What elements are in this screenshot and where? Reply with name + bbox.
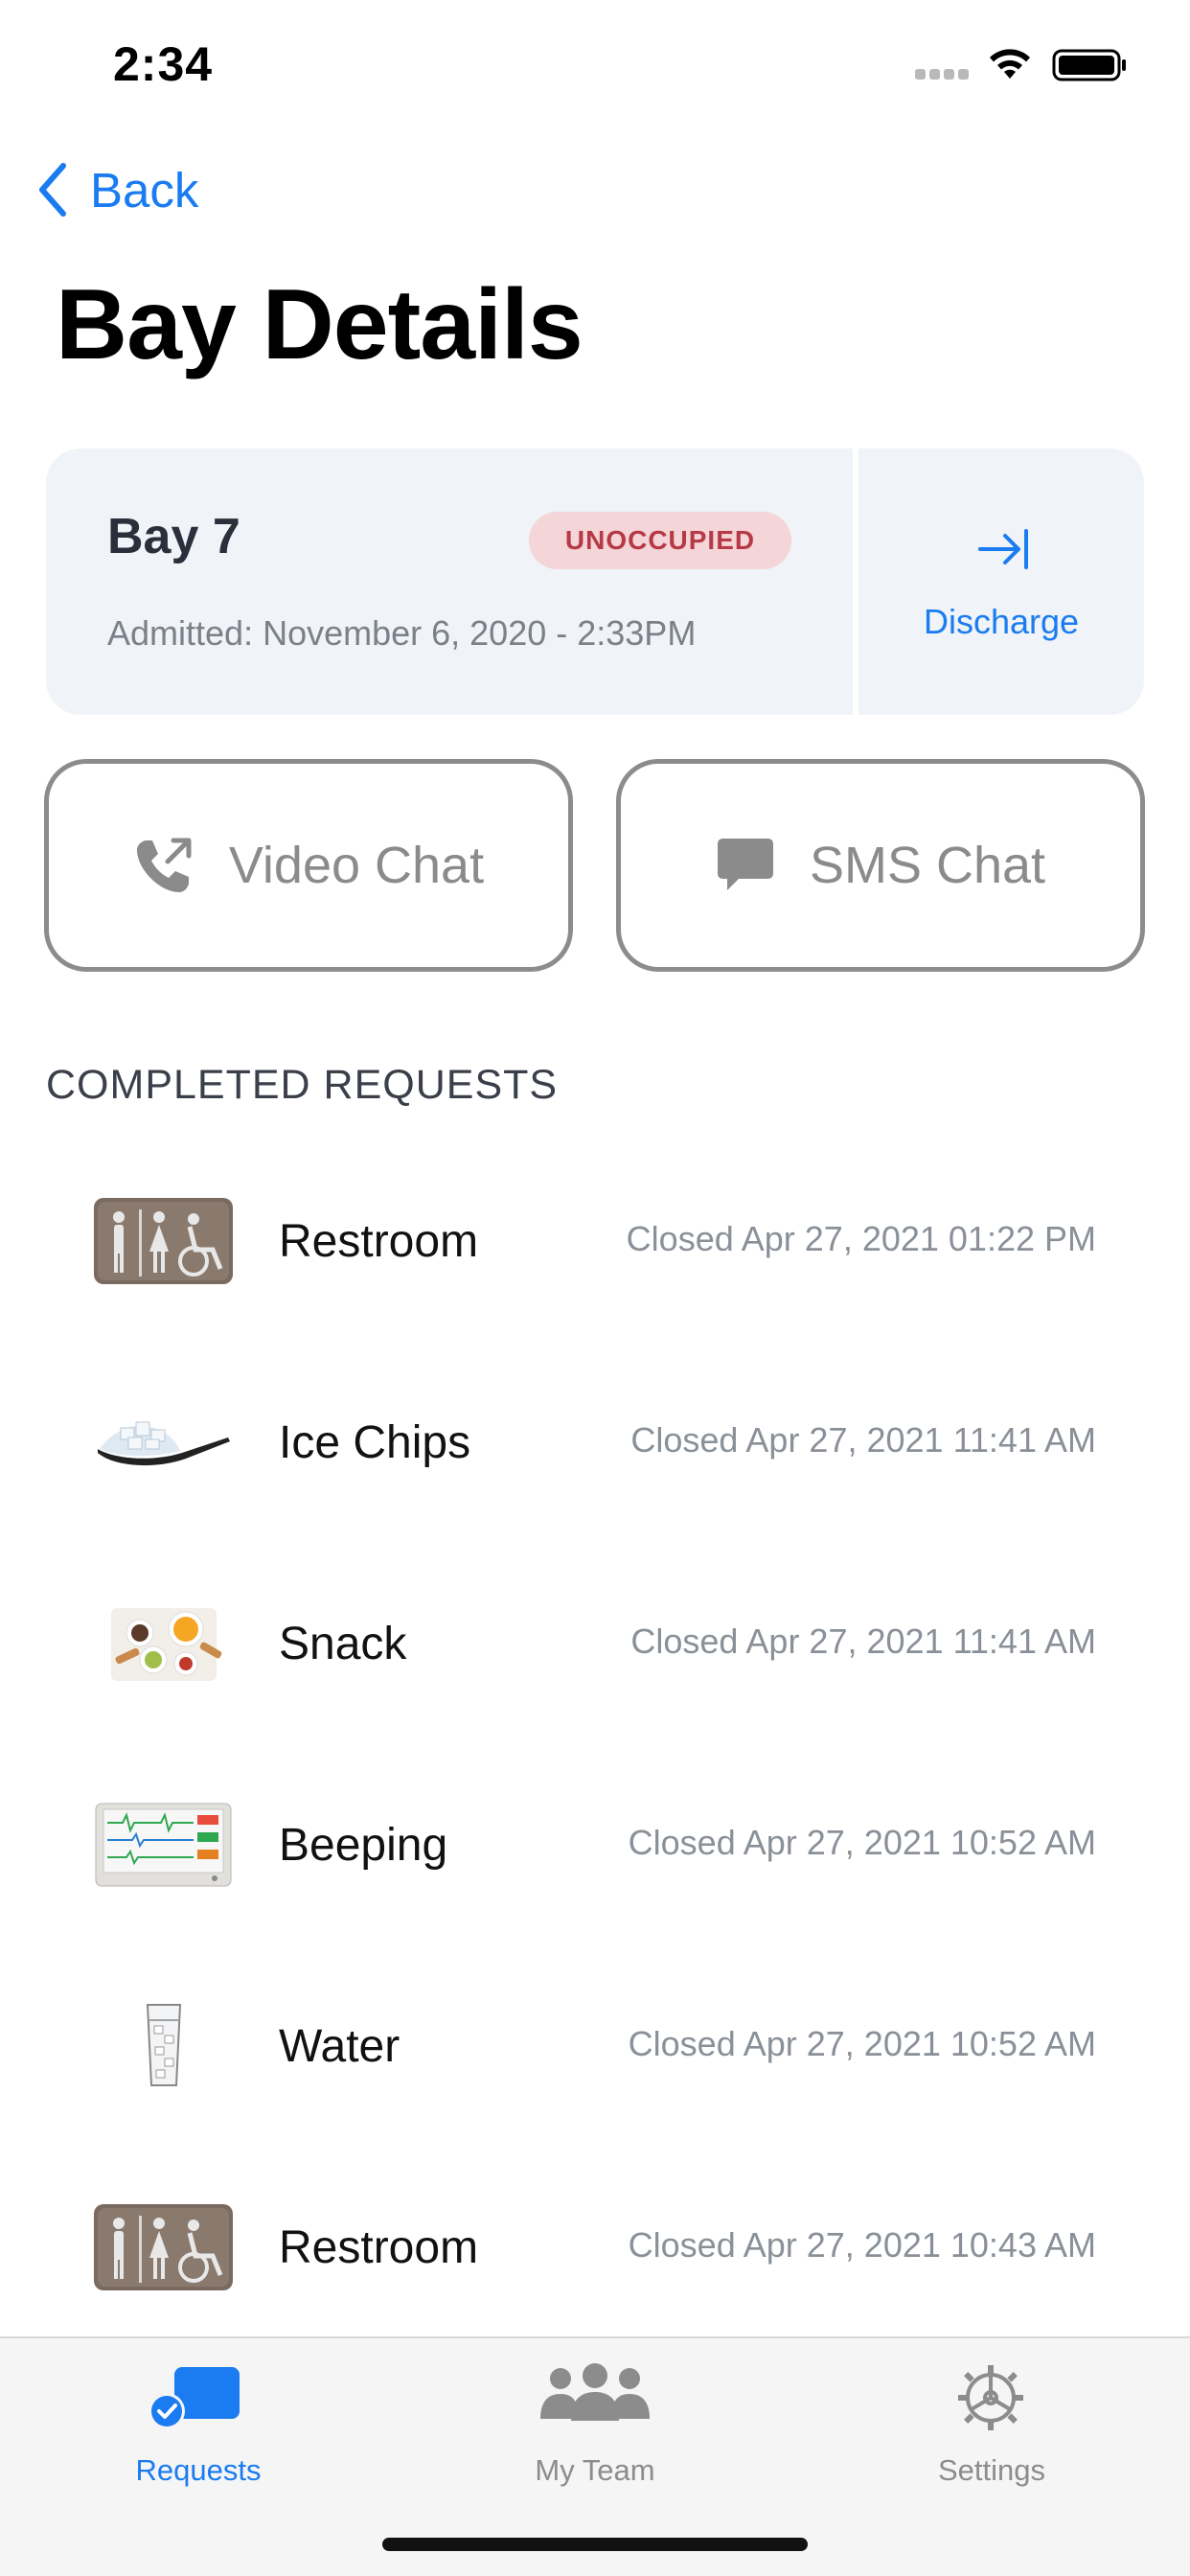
wifi-icon: [990, 49, 1030, 79]
requests-icon: [149, 2367, 240, 2429]
request-name: Snack: [279, 1619, 407, 1669]
discharge-button[interactable]: Discharge: [858, 448, 1144, 715]
request-name: Restroom: [279, 1216, 479, 1267]
video-chat-button[interactable]: Video Chat: [44, 759, 573, 972]
request-closed-time: Closed Apr 27, 2021 10:52 AM: [628, 2024, 1096, 2063]
home-indicator[interactable]: [382, 2538, 808, 2551]
message-bubble-icon: [717, 839, 773, 890]
request-name: Beeping: [279, 1820, 448, 1871]
tab-requests-label: Requests: [135, 2453, 262, 2487]
bay-card: Bay 7 UNOCCUPIED Admitted: November 6, 2…: [46, 448, 1144, 715]
tab-requests[interactable]: Requests: [0, 2338, 397, 2511]
snack-icon: [111, 1608, 222, 1681]
back-label: Back: [90, 162, 199, 218]
gear-icon: [958, 2365, 1023, 2430]
tab-settings[interactable]: Settings: [793, 2338, 1190, 2511]
request-name: Ice Chips: [279, 1417, 471, 1468]
completed-requests-header: COMPLETED REQUESTS: [46, 1062, 559, 1108]
list-item[interactable]: Restroom Closed Apr 27, 2021 01:22 PM: [0, 1179, 1190, 1303]
list-item[interactable]: Water Closed Apr 27, 2021 10:52 AM: [0, 1984, 1190, 2108]
status-badge: UNOCCUPIED: [529, 512, 791, 569]
discharge-arrow-icon: [978, 529, 1028, 569]
sms-chat-button[interactable]: SMS Chat: [616, 759, 1145, 972]
list-item[interactable]: Restroom Closed Apr 27, 2021 10:43 AM: [0, 2185, 1190, 2310]
bay-info: Bay 7 UNOCCUPIED Admitted: November 6, 2…: [46, 448, 853, 715]
status-bar: 2:34: [0, 0, 1190, 129]
tab-settings-label: Settings: [937, 2453, 1045, 2487]
back-button[interactable]: Back: [34, 156, 198, 223]
discharge-label: Discharge: [923, 602, 1080, 641]
request-closed-time: Closed Apr 27, 2021 10:43 AM: [628, 2225, 1096, 2265]
list-item[interactable]: Beeping Closed Apr 27, 2021 10:52 AM: [0, 1782, 1190, 1907]
chevron-left-icon: [39, 163, 66, 217]
page-title: Bay Details: [56, 269, 584, 380]
water-glass-icon: [146, 2004, 182, 2086]
bay-name: Bay 7: [107, 509, 240, 564]
request-name: Restroom: [279, 2222, 479, 2273]
request-name: Water: [279, 2021, 400, 2072]
list-item[interactable]: Snack Closed Apr 27, 2021 11:41 AM: [0, 1581, 1190, 1706]
phone-outgoing-icon: [136, 838, 192, 892]
ice-chips-icon: [98, 1421, 230, 1466]
request-closed-time: Closed Apr 27, 2021 10:52 AM: [628, 1823, 1096, 1862]
cellular-signal-icon: [915, 69, 973, 80]
video-chat-label: Video Chat: [228, 837, 485, 894]
battery-icon: [1052, 49, 1126, 81]
request-closed-time: Closed Apr 27, 2021 11:41 AM: [630, 1622, 1096, 1661]
request-closed-time: Closed Apr 27, 2021 11:41 AM: [630, 1420, 1096, 1460]
monitor-icon: [95, 1803, 232, 1887]
admitted-date: Admitted: November 6, 2020 - 2:33PM: [107, 613, 697, 653]
list-item[interactable]: Ice Chips Closed Apr 27, 2021 11:41 AM: [0, 1380, 1190, 1505]
sms-chat-label: SMS Chat: [809, 837, 1046, 894]
restroom-icon: [94, 1198, 233, 1284]
tab-my-team-label: My Team: [535, 2453, 655, 2487]
tab-my-team[interactable]: My Team: [397, 2338, 793, 2511]
restroom-icon: [94, 2204, 233, 2290]
request-closed-time: Closed Apr 27, 2021 01:22 PM: [626, 1219, 1096, 1258]
team-icon: [540, 2363, 650, 2421]
status-time: 2:34: [113, 37, 214, 91]
